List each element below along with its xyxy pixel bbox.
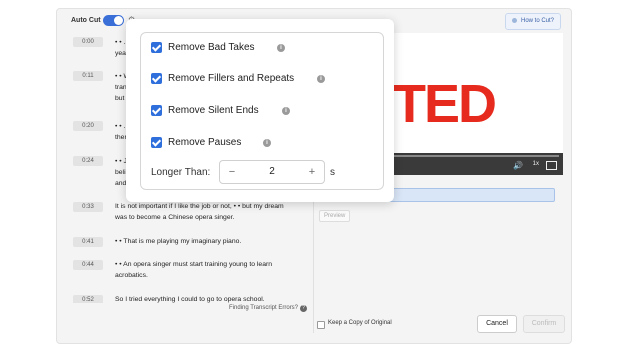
cancel-button[interactable]: Cancel <box>477 315 517 333</box>
keep-copy-label: Keep a Copy of Original <box>328 320 392 326</box>
option-label: Remove Pauses <box>168 137 242 148</box>
timestamp[interactable]: 0:52 <box>73 295 103 303</box>
option-label: Remove Silent Ends <box>168 105 259 116</box>
timestamp[interactable]: 0:44 <box>73 260 103 270</box>
timestamp[interactable]: 0:11 <box>73 71 103 81</box>
info-icon[interactable]: i <box>263 139 271 147</box>
pause-length-value[interactable]: 2 <box>246 161 298 183</box>
bottom-bar: Keep a Copy of Original Cancel Confirm <box>313 309 571 343</box>
how-to-cut-button[interactable]: How to Cut? <box>504 13 561 30</box>
settings-panel: Remove Bad Takes i Remove Fillers and Re… <box>140 32 384 190</box>
checkbox-checked[interactable] <box>151 137 162 148</box>
increment-button[interactable]: + <box>302 161 322 183</box>
checkbox-checked[interactable] <box>151 42 162 53</box>
checkbox-checked[interactable] <box>151 105 162 116</box>
ted-logo: TED <box>393 74 497 134</box>
fullscreen-icon[interactable] <box>546 161 557 170</box>
timestamp[interactable]: 0:33 <box>73 202 103 212</box>
option-label: Remove Bad Takes <box>168 42 255 53</box>
seconds-unit: s <box>330 167 335 178</box>
transcript-text: • • That is me playing my imaginary pian… <box>115 238 242 245</box>
transcript-text: It is not important if I like the job or… <box>115 203 284 221</box>
auto-cut-toggle[interactable] <box>103 15 124 26</box>
option-label: Remove Fillers and Repeats <box>168 73 295 84</box>
decrement-button[interactable]: − <box>222 161 242 183</box>
timestamp[interactable]: 0:20 <box>73 121 103 131</box>
confirm-button[interactable]: Confirm <box>523 315 565 333</box>
finding-errors-label: Finding Transcript Errors? <box>229 305 299 311</box>
keep-copy-checkbox[interactable] <box>317 321 325 329</box>
question-icon: ? <box>300 305 308 312</box>
auto-cut-settings-popup: Remove Bad Takes i Remove Fillers and Re… <box>126 19 394 202</box>
help-icon <box>511 17 517 23</box>
info-icon[interactable]: i <box>282 107 290 115</box>
checkbox-checked[interactable] <box>151 73 162 84</box>
pause-length-stepper[interactable]: − 2 + <box>219 160 325 184</box>
preview-button[interactable]: Preview <box>319 210 351 222</box>
timestamp[interactable]: 0:24 <box>73 156 103 166</box>
finding-errors-link[interactable]: Finding Transcript Errors?? <box>229 305 308 312</box>
info-icon[interactable]: i <box>277 44 285 52</box>
volume-icon[interactable]: 🔊 <box>513 161 523 170</box>
longer-than-label: Longer Than: <box>151 167 211 178</box>
transcript-text: So I tried everything I could to go to o… <box>115 296 265 303</box>
timestamp[interactable]: 0:41 <box>73 237 103 247</box>
playback-speed[interactable]: 1x <box>533 161 539 167</box>
timestamp[interactable]: 0:00 <box>73 37 103 47</box>
info-icon[interactable]: i <box>317 75 325 83</box>
auto-cut-label: Auto Cut <box>71 17 101 24</box>
how-to-cut-label: How to Cut? <box>520 18 554 24</box>
transcript-text: • • An opera singer must start training … <box>115 261 273 279</box>
